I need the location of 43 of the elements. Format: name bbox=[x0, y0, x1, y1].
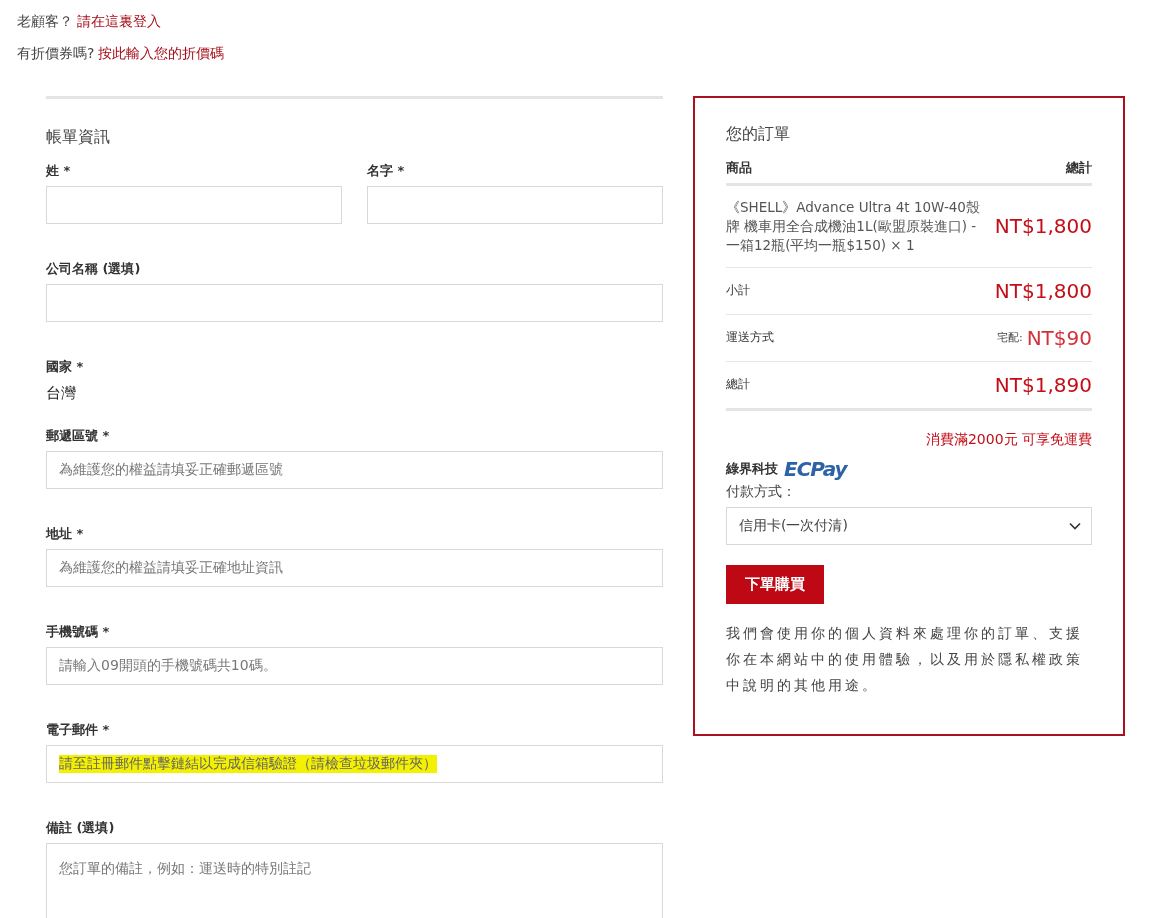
chevron-down-icon bbox=[1069, 521, 1081, 530]
item-total: NT$1,800 bbox=[994, 214, 1092, 239]
input-field[interactable] bbox=[46, 186, 342, 224]
total-label: 小計 bbox=[726, 282, 750, 300]
field-label: 手機號碼 * bbox=[46, 623, 111, 641]
textarea-field[interactable]: 您訂單的備註，例如：運送時的特別註記 bbox=[46, 843, 663, 918]
input-field[interactable] bbox=[367, 186, 663, 224]
payment-provider: 綠界科技 bbox=[726, 459, 778, 478]
input-field[interactable]: 請輸入09開頭的手機號碼共10碼。 bbox=[46, 647, 663, 685]
payment-select[interactable]: 信用卡(一次付清) bbox=[726, 506, 1092, 545]
order-title: 您的訂單 bbox=[726, 124, 791, 145]
privacy-note: 我們會使用你的個人資料來處理你的訂單、支援你在本網站中的使用體驗，以及用於隱私權政策中說明的其他用途。 bbox=[726, 623, 1084, 695]
notice-link[interactable]: 按此輸入您的折價碼 bbox=[98, 45, 225, 63]
payment-logo: ECPay bbox=[784, 456, 847, 481]
total-amount: NT$1,800 bbox=[994, 278, 1092, 303]
notice-text: 有折價券嗎? bbox=[17, 45, 95, 63]
field-value: 台灣 bbox=[46, 384, 77, 403]
product-name: 《SHELL》Advance Ultra 4t 10W-40殼牌 機車用全合成機油1L(歐盟原裝進口) - 一箱12瓶(平均一瓶$150) × 1 bbox=[726, 198, 981, 255]
total-amount: NT$90 bbox=[1026, 325, 1092, 350]
notice-link[interactable]: 請在這裏登入 bbox=[77, 13, 161, 31]
input-field[interactable]: 為維護您的權益請填妥正確郵遞區號 bbox=[46, 451, 663, 489]
total-amount: NT$1,890 bbox=[994, 372, 1092, 397]
input-field[interactable]: 請至註冊郵件點擊鏈結以完成信箱驗證（請檢查垃圾郵件夾） bbox=[46, 745, 663, 783]
column-header: 商品 bbox=[726, 159, 752, 177]
column-header: 總計 bbox=[1066, 159, 1092, 177]
payment-label: 付款方式： bbox=[726, 482, 797, 501]
free-shipping-note: 消費滿2000元 可享免運費 bbox=[924, 430, 1092, 449]
field-label: 國家 * bbox=[46, 358, 85, 376]
section-title: 帳單資訊 bbox=[46, 127, 111, 148]
field-label: 公司名稱 (選填) bbox=[46, 260, 142, 278]
field-label: 地址 * bbox=[46, 525, 85, 543]
shipping-method: 宅配: bbox=[996, 330, 1023, 346]
input-field[interactable]: 為維護您的權益請填妥正確地址資訊 bbox=[46, 549, 663, 587]
place-order-button[interactable]: 下單購買 bbox=[726, 564, 824, 604]
field-label: 備註 (選填) bbox=[46, 819, 116, 837]
total-label: 運送方式 bbox=[726, 329, 774, 347]
field-label: 姓 * bbox=[46, 162, 72, 180]
field-label: 電子郵件 * bbox=[46, 721, 111, 739]
total-label: 總計 bbox=[726, 376, 750, 394]
input-field[interactable] bbox=[46, 284, 663, 322]
field-label: 名字 * bbox=[367, 162, 406, 180]
field-label: 郵遞區號 * bbox=[46, 427, 111, 445]
notice-text: 老顧客？ bbox=[17, 13, 73, 31]
